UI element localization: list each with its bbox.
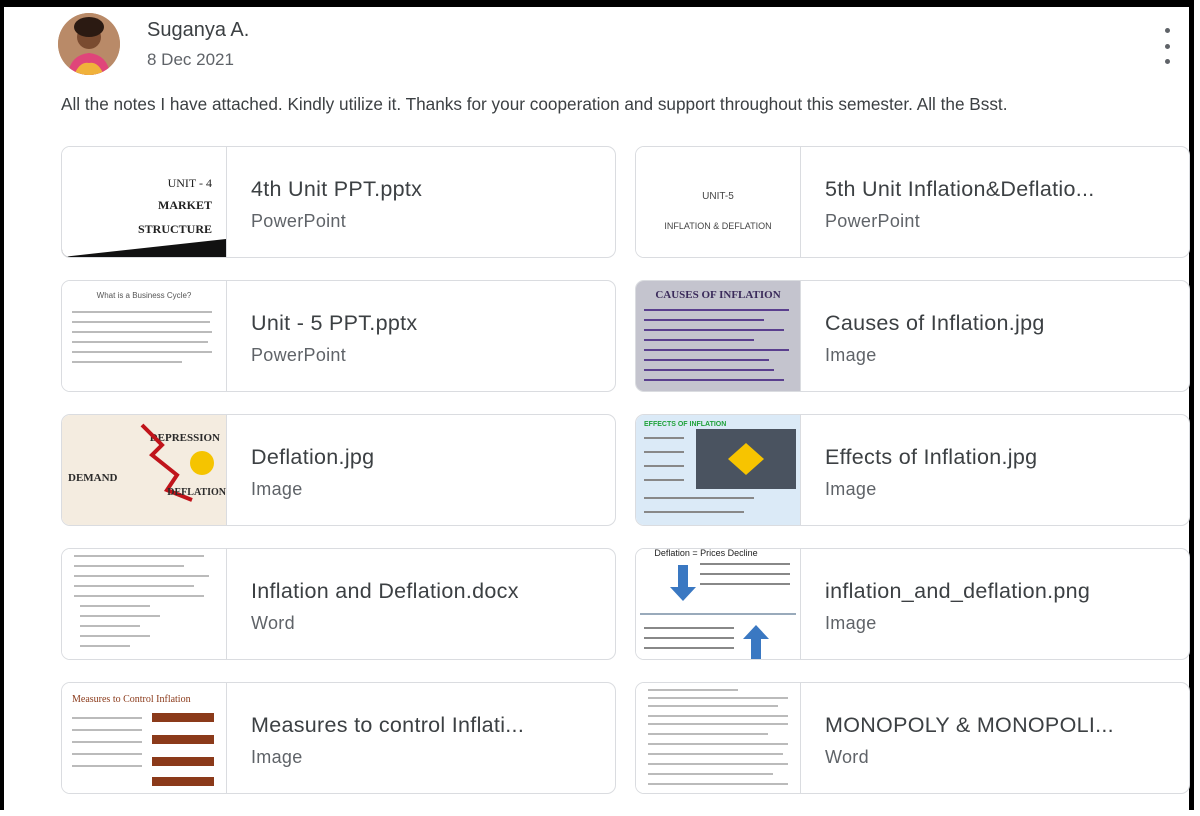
- post-text: All the notes I have attached. Kindly ut…: [61, 94, 1008, 114]
- attachment-thumbnail: UNIT-5 INFLATION & DEFLATION: [636, 147, 801, 257]
- attachment-type: PowerPoint: [251, 345, 347, 365]
- thumb-text: UNIT-5: [702, 191, 734, 202]
- attachment-type: PowerPoint: [251, 211, 347, 231]
- attachment-title: Unit - 5 PPT.pptx: [251, 311, 418, 335]
- more-vert-icon[interactable]: [1157, 28, 1177, 64]
- attachment-thumbnail: Measures to Control Inflation: [62, 683, 227, 793]
- thumb-text: STRUCTURE: [138, 222, 212, 236]
- attachment-title: Effects of Inflation.jpg: [825, 445, 1038, 469]
- attachment-title: Inflation and Deflation.docx: [251, 579, 519, 603]
- thumb-text: CAUSES OF INFLATION: [655, 289, 780, 301]
- attachment-type: Image: [825, 345, 877, 365]
- thumb-text: EFFECTS OF INFLATION: [644, 421, 726, 428]
- attachment-thumbnail: DEPRESSION DEMAND DEFLATION: [62, 415, 227, 525]
- attachment-type: Image: [251, 479, 303, 499]
- author-name: Suganya A.: [147, 19, 250, 41]
- attachment-card[interactable]: Deflation = Prices Decline inflation_and…: [635, 548, 1190, 660]
- thumb-text: Measures to Control Inflation: [72, 694, 191, 705]
- attachment-card[interactable]: Inflation and Deflation.docx Word: [61, 548, 616, 660]
- attachment-type: Image: [251, 747, 303, 767]
- attachment-title: Measures to control Inflati...: [251, 713, 525, 737]
- attachment-thumbnail: [636, 683, 801, 793]
- attachment-type: Word: [825, 747, 869, 767]
- thumb-text: DEFLATION: [167, 487, 226, 498]
- thumb-text: Deflation = Prices Decline: [654, 549, 757, 558]
- attachment-card[interactable]: UNIT - 4 MARKET STRUCTURE 4th Unit PPT.p…: [61, 146, 616, 258]
- thumb-text: INFLATION & DEFLATION: [664, 221, 771, 231]
- attachment-title: MONOPOLY & MONOPOLI...: [825, 713, 1114, 737]
- thumb-text: MARKET: [158, 198, 212, 212]
- attachment-card[interactable]: UNIT-5 INFLATION & DEFLATION 5th Unit In…: [635, 146, 1190, 258]
- attachment-thumbnail: Deflation = Prices Decline: [636, 549, 801, 659]
- attachment-thumbnail: EFFECTS OF INFLATION: [636, 415, 801, 525]
- attachment-card[interactable]: MONOPOLY & MONOPOLI... Word: [635, 682, 1190, 794]
- attachment-type: Word: [251, 613, 295, 633]
- thumb-text: What is a Business Cycle?: [97, 291, 192, 300]
- attachment-title: inflation_and_deflation.png: [825, 579, 1091, 603]
- attachment-type: Image: [825, 479, 877, 499]
- attachment-thumbnail: What is a Business Cycle?: [62, 281, 227, 391]
- thumb-text: UNIT - 4: [168, 176, 212, 190]
- author-avatar[interactable]: [58, 13, 120, 75]
- attachment-thumbnail: [62, 549, 227, 659]
- attachment-type: Image: [825, 613, 877, 633]
- attachment-card[interactable]: EFFECTS OF INFLATION Effects of Inflatio…: [635, 414, 1190, 526]
- attachment-card[interactable]: Measures to Control Inflation Measures t…: [61, 682, 616, 794]
- attachment-thumbnail: CAUSES OF INFLATION: [636, 281, 801, 391]
- attachment-title: 4th Unit PPT.pptx: [251, 177, 423, 201]
- thumb-text: DEMAND: [68, 472, 118, 484]
- attachment-type: PowerPoint: [825, 211, 921, 231]
- attachment-title: Deflation.jpg: [251, 445, 375, 469]
- attachment-title: 5th Unit Inflation&Deflatio...: [825, 177, 1095, 201]
- attachment-card[interactable]: DEPRESSION DEMAND DEFLATION Deflation.jp…: [61, 414, 616, 526]
- attachment-card[interactable]: CAUSES OF INFLATION Causes of Inflation.…: [635, 280, 1190, 392]
- post-date: 8 Dec 2021: [147, 50, 234, 69]
- attachment-thumbnail: UNIT - 4 MARKET STRUCTURE: [62, 147, 227, 257]
- attachment-card[interactable]: What is a Business Cycle? Unit - 5 PPT.p…: [61, 280, 616, 392]
- attachment-title: Causes of Inflation.jpg: [825, 311, 1045, 335]
